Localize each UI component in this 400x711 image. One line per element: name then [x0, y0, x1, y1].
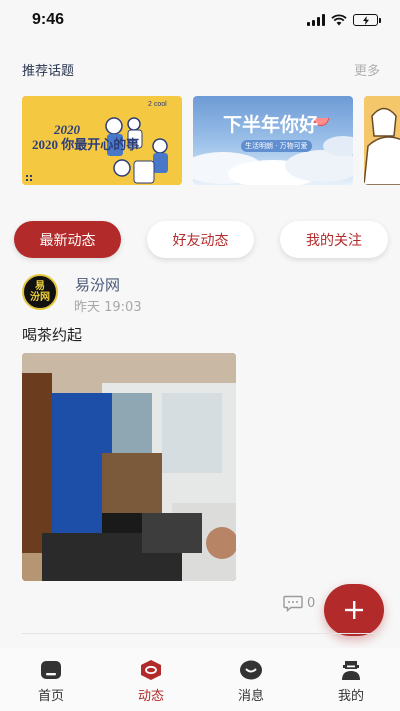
topics-header: 推荐话题 更多 [22, 58, 380, 80]
topics-more-link[interactable]: 更多 [354, 60, 380, 79]
tab-profile-label: 我的 [337, 689, 364, 704]
add-post-button[interactable] [324, 584, 384, 636]
banner-second-half-title: 下半年你好 [223, 114, 319, 136]
tab-home-label: 首页 [37, 689, 64, 704]
tab-feed-label: 动态 [137, 689, 164, 704]
banner-second-half-subtitle: 生活明朗 · 万物可爱 [241, 140, 312, 152]
avatar[interactable]: 易 汾网 [22, 274, 58, 310]
topic-banner-third[interactable] [364, 96, 400, 185]
bottom-tab-bar: 首页 动态 消息 我的 [0, 648, 400, 711]
wifi-icon [331, 14, 347, 26]
topic-banner-2020[interactable]: 2 cool 2020 2020 你最开心的事 [22, 96, 182, 185]
topics-title: 推荐话题 [22, 63, 75, 79]
banner-2020-text: 2020 你最开心的事 [32, 137, 140, 152]
message-icon [240, 660, 262, 680]
topic-banner-image [364, 96, 400, 185]
status-icons [307, 14, 381, 26]
avatar-text-line2: 汾网 [30, 292, 50, 303]
post-photo [22, 353, 236, 581]
post-image[interactable] [22, 353, 236, 581]
tab-following[interactable]: 我的关注 [280, 221, 388, 258]
comment-count: 0 [307, 596, 316, 611]
tab-latest[interactable]: 最新动态 [14, 221, 121, 258]
topic-banner-second-half[interactable]: 下半年你好 生活明朗 · 万物可爱 [193, 96, 353, 185]
tab-home[interactable]: 首页 [11, 648, 91, 711]
tab-messages[interactable]: 消息 [211, 648, 291, 711]
profile-icon [342, 661, 360, 680]
tab-feed[interactable]: 动态 [111, 648, 191, 711]
tab-friends[interactable]: 好友动态 [147, 221, 254, 258]
divider [22, 633, 380, 634]
status-bar: 9:46 [0, 0, 400, 40]
plus-icon [345, 601, 363, 619]
svg-text:2 cool: 2 cool [148, 101, 167, 108]
feed-tabs: 最新动态 好友动态 我的关注 [14, 221, 388, 259]
feed-icon [141, 660, 161, 680]
post-time: 昨天 19:03 [74, 300, 142, 315]
post-author[interactable]: 易汾网 [75, 274, 120, 295]
signal-icon [307, 14, 325, 26]
avatar-text-line1: 易 [35, 281, 45, 292]
post-text: 喝茶约起 [22, 326, 83, 344]
tab-messages-label: 消息 [237, 689, 264, 704]
status-time: 9:46 [32, 11, 65, 28]
battery-charging-icon [353, 14, 381, 26]
home-icon [41, 661, 61, 679]
tab-profile[interactable]: 我的 [311, 648, 391, 711]
comment-icon[interactable] [283, 595, 303, 612]
banner-2020-title: 2020 2020 你最开心的事 [32, 122, 140, 152]
